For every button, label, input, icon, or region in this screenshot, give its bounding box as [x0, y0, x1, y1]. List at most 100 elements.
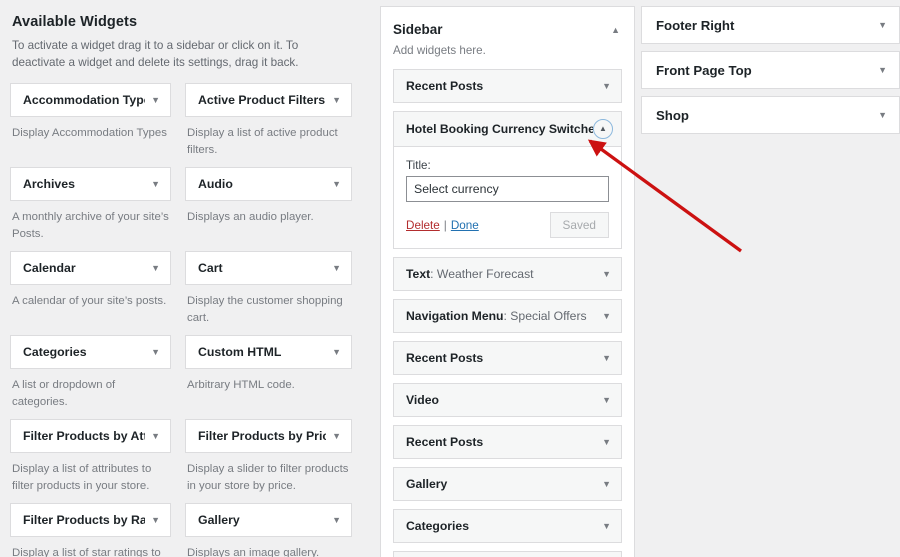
- sidebar-header[interactable]: Sidebar ▲: [393, 21, 622, 39]
- available-widget-cell: Categories ▼ A list or dropdown of categor…: [10, 335, 181, 419]
- available-widget-cell: Filter Products by Price ▼ Display a slide…: [181, 419, 352, 503]
- available-widget-name: Cart: [198, 261, 223, 275]
- expanded-widget-header[interactable]: Hotel Booking Currency Switcher: Selec..…: [394, 112, 621, 146]
- available-widget-description: Displays an audio player.: [187, 211, 314, 223]
- save-widget-button[interactable]: Saved: [549, 212, 609, 238]
- sidebar-widget-label: Navigation Menu: Special Offers: [406, 309, 587, 323]
- chevron-down-icon[interactable]: ▼: [596, 437, 611, 447]
- sidebar-widget-tag-cloud[interactable]: Tag Cloud▼: [393, 551, 622, 557]
- available-widget-archives[interactable]: Archives ▼: [10, 167, 171, 201]
- chevron-down-icon[interactable]: ▼: [872, 65, 887, 75]
- available-widget-name: Active Product Filters: [198, 93, 326, 107]
- available-widget-description: Display a list of star ratings to filter…: [12, 547, 161, 557]
- page-title: Available Widgets: [12, 14, 138, 30]
- available-widget-audio[interactable]: Audio ▼: [185, 167, 352, 201]
- available-widget-cell: Archives ▼ A monthly archive of your site’…: [10, 167, 181, 251]
- available-widget-cart[interactable]: Cart ▼: [185, 251, 352, 285]
- chevron-down-icon[interactable]: ▼: [596, 81, 611, 91]
- chevron-down-icon[interactable]: ▼: [326, 347, 341, 357]
- available-widget-name: Archives: [23, 177, 75, 191]
- chevron-down-icon[interactable]: ▼: [145, 95, 160, 105]
- available-widget-description: A monthly archive of your site’s Posts.: [12, 211, 169, 240]
- delete-widget-link[interactable]: Delete: [406, 219, 440, 232]
- available-widget-name: Accommodation Types: [23, 93, 146, 107]
- chevron-down-icon[interactable]: ▼: [145, 347, 160, 357]
- sidebar-widget-label: Text: Weather Forecast: [406, 267, 534, 281]
- available-widget-filter-products-by-price[interactable]: Filter Products by Price ▼: [185, 419, 352, 453]
- available-widget-custom-html[interactable]: Custom HTML ▼: [185, 335, 352, 369]
- expanded-widget-label: Hotel Booking Currency Switcher: Selec..…: [406, 122, 593, 136]
- link-separator: |: [443, 218, 447, 232]
- available-widget-filter-products-by-attri[interactable]: Filter Products by Attri...▼: [10, 419, 171, 453]
- sidebar-widget-text[interactable]: Text: Weather Forecast ▼: [393, 257, 622, 291]
- available-widgets-grid: Accommodation Types ▼ Display Accommodatio…: [10, 83, 352, 557]
- chevron-down-icon[interactable]: ▼: [596, 395, 611, 405]
- available-widget-description: Display a list of active product filters…: [187, 127, 338, 156]
- available-widget-name: Filter Products by Rating: [23, 513, 146, 527]
- sidebar-panel-footer-right[interactable]: Footer Right ▼: [641, 6, 900, 44]
- available-widget-description: Display Accommodation Types: [12, 127, 167, 139]
- collapse-widget-toggle-icon[interactable]: ▲: [593, 119, 613, 139]
- sidebar-widget-label: Recent Posts: [406, 435, 484, 449]
- sidebar-widget-recent-posts[interactable]: Recent Posts ▼: [393, 341, 622, 375]
- available-widget-description: Arbitrary HTML code.: [187, 379, 295, 391]
- widget-action-links: Delete | Done: [406, 219, 550, 232]
- sidebar-widget-recent-posts[interactable]: Recent Posts ▼: [393, 425, 622, 459]
- widgets-admin-page: Available Widgets To activate a widget d…: [0, 0, 900, 557]
- sidebar-widget-categories[interactable]: Categories ▼: [393, 509, 622, 543]
- sidebar-panel-front-page-top[interactable]: Front Page Top ▼: [641, 51, 900, 89]
- available-widget-accommodation-types[interactable]: Accommodation Types ▼: [10, 83, 171, 117]
- available-widget-cell: Custom HTML ▼ Arbitrary HTML code.: [181, 335, 352, 419]
- chevron-down-icon[interactable]: ▼: [596, 353, 611, 363]
- available-widget-filter-products-by-rating[interactable]: Filter Products by Rating▼: [10, 503, 171, 537]
- available-widget-description: Display a list of attributes to filter p…: [12, 463, 152, 492]
- expanded-widget-type: Hotel Booking Currency Switcher: [406, 122, 593, 136]
- sidebar-widget-label: Video: [406, 393, 439, 407]
- chevron-down-icon[interactable]: ▼: [596, 269, 611, 279]
- sidebar-widget-video[interactable]: Video ▼: [393, 383, 622, 417]
- sidebar-widget-navigation-menu[interactable]: Navigation Menu: Special Offers ▼: [393, 299, 622, 333]
- available-widget-cell: Accommodation Types ▼ Display Accommodatio…: [10, 83, 181, 167]
- available-widget-cell: Cart ▼ Display the customer shopping cart.: [181, 251, 352, 335]
- chevron-down-icon[interactable]: ▼: [326, 431, 341, 441]
- chevron-down-icon[interactable]: ▼: [872, 20, 887, 30]
- chevron-down-icon[interactable]: ▼: [596, 479, 611, 489]
- available-widget-calendar[interactable]: Calendar ▼: [10, 251, 171, 285]
- chevron-down-icon[interactable]: ▼: [326, 179, 341, 189]
- chevron-down-icon[interactable]: ▼: [145, 515, 160, 525]
- available-widget-name: Gallery: [198, 513, 240, 527]
- other-sidebars-column: Footer Right ▼ Front Page Top ▼ Shop ▼: [641, 6, 900, 141]
- available-widget-cell: Audio ▼ Displays an audio player.: [181, 167, 352, 251]
- chevron-down-icon[interactable]: ▼: [872, 110, 887, 120]
- widget-title-input[interactable]: [406, 176, 609, 202]
- available-widget-active-product-filters[interactable]: Active Product Filters ▼: [185, 83, 352, 117]
- available-widget-name: Filter Products by Price: [198, 429, 327, 443]
- available-widget-categories[interactable]: Categories ▼: [10, 335, 171, 369]
- chevron-up-icon[interactable]: ▲: [611, 21, 622, 37]
- sidebar-panel-shop[interactable]: Shop ▼: [641, 96, 900, 134]
- available-widget-name: Categories: [23, 345, 87, 359]
- chevron-down-icon[interactable]: ▼: [326, 95, 341, 105]
- sidebar-panel-title: Front Page Top: [656, 62, 752, 78]
- sidebar-panel-title: Shop: [656, 107, 689, 123]
- available-widget-cell: Calendar ▼ A calendar of your site’s posts…: [10, 251, 181, 335]
- available-widget-name: Audio: [198, 177, 233, 191]
- chevron-down-icon[interactable]: ▼: [145, 179, 160, 189]
- available-widget-name: Filter Products by Attri...: [23, 429, 145, 443]
- available-widget-description: Display a slider to filter products in y…: [187, 463, 349, 492]
- available-widget-description: Display the customer shopping cart.: [187, 295, 343, 324]
- chevron-down-icon[interactable]: ▼: [145, 431, 160, 441]
- sidebar-widget-recent-posts[interactable]: Recent Posts ▼: [393, 69, 622, 103]
- sidebar-widget-hotel-booking-currency-switcher: Hotel Booking Currency Switcher: Selec..…: [393, 111, 622, 249]
- chevron-down-icon[interactable]: ▼: [596, 521, 611, 531]
- chevron-down-icon[interactable]: ▼: [145, 263, 160, 273]
- sidebar-widget-gallery[interactable]: Gallery ▼: [393, 467, 622, 501]
- available-widget-name: Calendar: [23, 261, 76, 275]
- available-widgets-panel: Available Widgets To activate a widget d…: [0, 0, 362, 557]
- title-field-label: Title:: [406, 159, 431, 172]
- chevron-down-icon[interactable]: ▼: [596, 311, 611, 321]
- chevron-down-icon[interactable]: ▼: [326, 515, 341, 525]
- available-widget-gallery[interactable]: Gallery ▼: [185, 503, 352, 537]
- chevron-down-icon[interactable]: ▼: [326, 263, 341, 273]
- done-link[interactable]: Done: [451, 219, 479, 232]
